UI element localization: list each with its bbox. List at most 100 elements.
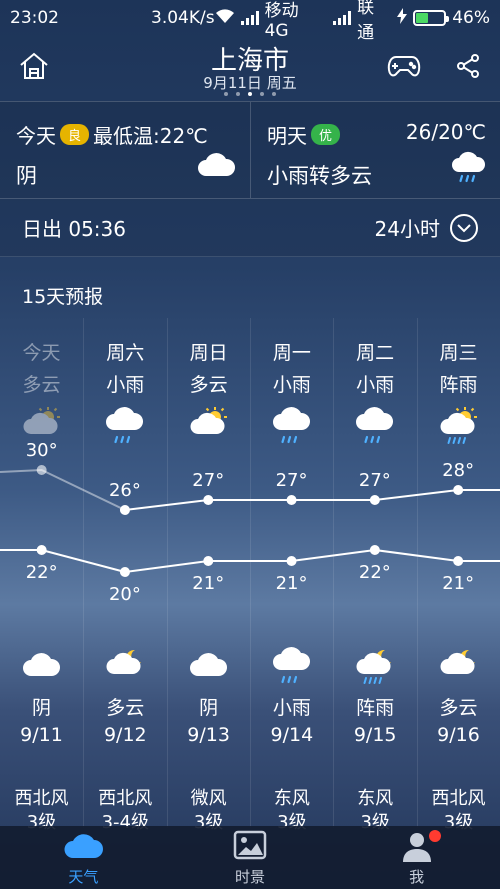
low-point — [453, 556, 464, 566]
night-condition: 阵雨 — [356, 697, 395, 719]
network-speed: 3.04K/s — [151, 8, 215, 28]
tab-label: 天气 — [68, 868, 99, 886]
date-label: 9月11日 周五 — [203, 74, 297, 92]
gamepad-icon — [387, 53, 421, 83]
high-point — [36, 465, 47, 475]
charging-icon — [396, 7, 407, 29]
date-label: 9/11 — [20, 724, 63, 746]
clock: 23:02 — [10, 8, 59, 28]
low-point — [36, 545, 47, 555]
carrier-1: 移动 4G — [264, 0, 299, 41]
high-point — [453, 485, 464, 495]
date-label: 9/15 — [353, 724, 397, 746]
wifi-icon — [215, 8, 235, 29]
high-temp-label: 27° — [192, 470, 224, 491]
tomorrow-header: 明天优 — [267, 120, 344, 149]
page-dot — [248, 92, 252, 96]
night-condition: 阴 — [31, 697, 51, 719]
today-card[interactable]: 今天良最低温:22℃ 阴 — [0, 102, 250, 198]
hourly-toggle[interactable]: 24小时 — [375, 213, 478, 242]
date-label: 9/13 — [187, 724, 230, 746]
low-temp-label: 20° — [109, 584, 141, 605]
high-line-past-segment — [0, 468, 126, 511]
notification-dot — [429, 830, 442, 842]
tab-label: 我 — [409, 868, 425, 886]
tomorrow-card[interactable]: 明天优 26/20℃ 小雨转多云 — [250, 102, 500, 198]
date-label: 9/12 — [103, 724, 147, 746]
tab-scenes[interactable]: 时景 — [167, 826, 334, 889]
chevron-down-icon — [450, 213, 478, 242]
signal-icon — [333, 11, 352, 25]
wind-direction: 东风 — [357, 788, 394, 809]
tomorrow-label: 明天 — [267, 124, 307, 148]
wind-direction: 微风 — [190, 788, 227, 809]
aqi-badge[interactable]: 良 — [60, 124, 90, 145]
hourly-label: 24小时 — [374, 217, 440, 241]
high-temp-label: 30° — [26, 440, 58, 461]
page-dot — [272, 92, 276, 96]
cloudy-night-icon — [418, 646, 500, 686]
game-button[interactable] — [386, 50, 422, 86]
page-dot — [224, 92, 228, 96]
high-point — [203, 495, 214, 505]
high-temp-label: 26° — [109, 480, 141, 501]
wind-direction: 西北风 — [431, 788, 486, 809]
night-condition: 多云 — [439, 697, 478, 719]
signal-icon — [240, 11, 259, 25]
low-temp-label: 21° — [442, 573, 474, 594]
today-tomorrow-panel: 今天良最低温:22℃ 阴 明天优 26/20℃ 小雨转多云 — [0, 101, 500, 199]
status-bar: 23:02 3.04K/s 移动 4G 联通 46% — [0, 0, 500, 43]
low-temp-label: 21° — [192, 573, 224, 594]
header: 上海市 9月11日 周五 — [0, 36, 500, 100]
low-point — [369, 545, 380, 555]
battery-percent: 46% — [452, 8, 490, 28]
sunrise-label: 日出 05:36 — [22, 217, 126, 241]
night-condition: 阴 — [199, 697, 219, 719]
today-min-temp: 最低温:22℃ — [93, 124, 208, 148]
high-line — [124, 489, 500, 511]
night-condition: 多云 — [106, 697, 145, 719]
date-label: 9/14 — [270, 724, 314, 746]
high-temp-label: 27° — [276, 470, 308, 491]
page-dot — [236, 92, 240, 96]
share-icon — [455, 53, 481, 83]
sunrise-row: 日出 05:36 24小时 — [0, 199, 500, 257]
aqi-badge[interactable]: 优 — [311, 124, 341, 145]
rain-icon — [251, 646, 333, 686]
temperature-chart: 30° 26° 27° 27° 27° 28° 22° 20° 21° 21° 22° 21° — [0, 440, 500, 605]
low-point — [119, 567, 130, 577]
low-temp-label: 22° — [26, 562, 58, 583]
cloud-icon — [63, 830, 104, 864]
low-line — [124, 548, 500, 573]
cloudy-night-icon — [84, 646, 166, 686]
low-point — [203, 556, 214, 566]
today-condition: 阴 — [16, 164, 37, 188]
rain-icon — [450, 150, 486, 190]
shower-night-icon — [334, 646, 416, 686]
tab-weather[interactable]: 天气 — [0, 826, 167, 889]
high-temp-label: 27° — [359, 470, 391, 491]
wind-direction: 东风 — [273, 788, 310, 809]
low-temp-label: 21° — [276, 573, 308, 594]
page-indicator — [0, 92, 500, 96]
tab-me[interactable]: 我 — [333, 826, 500, 889]
low-point — [286, 556, 297, 566]
low-line-past-segment — [0, 549, 126, 573]
wind-direction: 西北风 — [98, 788, 153, 809]
share-button[interactable] — [450, 50, 486, 86]
tab-label: 时景 — [235, 868, 266, 886]
today-label: 今天 — [16, 124, 56, 148]
high-point — [119, 505, 130, 515]
night-condition: 小雨 — [272, 697, 311, 719]
battery-icon — [412, 10, 449, 26]
wind-direction: 西北风 — [14, 788, 69, 809]
cloud-icon — [196, 150, 236, 182]
high-point — [369, 495, 380, 505]
today-header: 今天良最低温:22℃ — [16, 120, 208, 149]
page-dot — [260, 92, 264, 96]
photo-icon — [233, 830, 267, 864]
tomorrow-temp: 26/20℃ — [405, 120, 486, 144]
cloud-icon — [168, 646, 250, 686]
high-point — [286, 495, 297, 505]
forecast-title: 15天预报 — [22, 286, 104, 308]
